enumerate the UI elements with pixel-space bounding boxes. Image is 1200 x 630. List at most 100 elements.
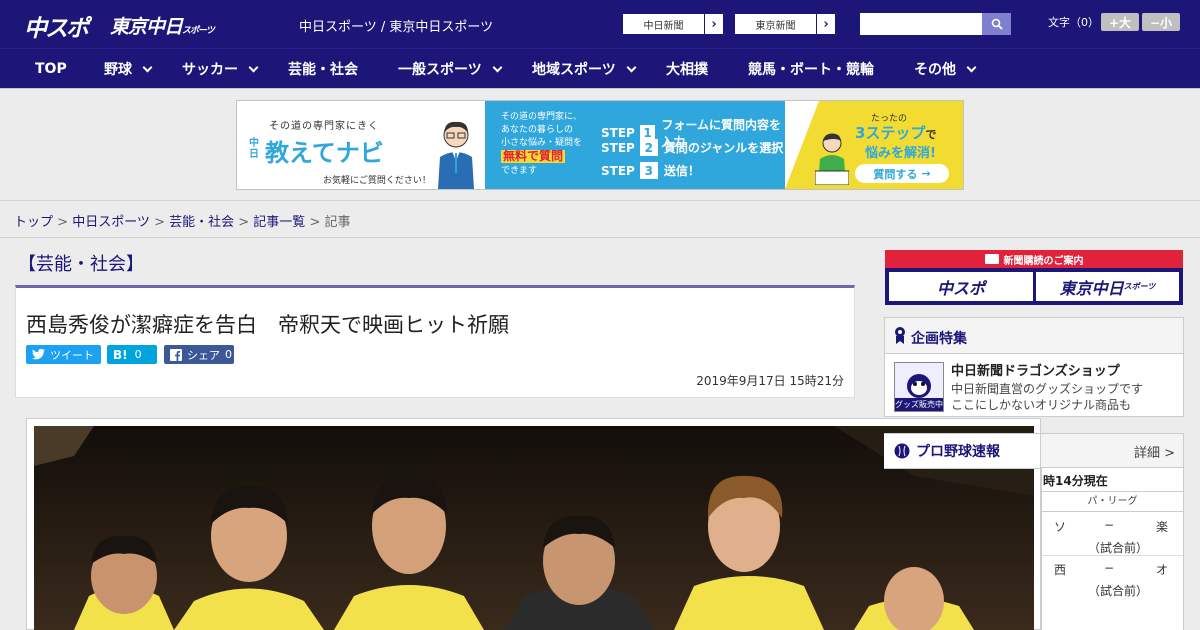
search-input[interactable] <box>860 13 982 35</box>
subscribe-tokyo-chunichi-link[interactable]: 東京中日 スポーツ <box>1036 272 1179 301</box>
score-game-row[interactable]: ソ − 楽 （試合前） <box>1042 512 1183 556</box>
away-team: 楽 <box>1156 520 1169 534</box>
banner-right: たったの 3ステップで 悩みを解消! 質問する → <box>785 101 963 189</box>
banner-right-suffix: で <box>925 128 937 141</box>
category-heading: 【芸能・社会】 <box>18 254 144 275</box>
breadcrumb-list[interactable]: 記事一覧 <box>253 215 305 230</box>
home-team: ソ <box>1054 520 1067 534</box>
away-team: オ <box>1156 563 1169 577</box>
chuspo-logo[interactable]: 中スポ <box>24 9 89 43</box>
tokyo-chunichi-logo[interactable]: 東京中日スポーツ <box>110 12 215 39</box>
breadcrumb-category[interactable]: 芸能・社会 <box>169 215 234 230</box>
step-text: 送信！ <box>663 164 700 178</box>
site-header: 中スポ 東京中日スポーツ 中日スポーツ / 東京中日スポーツ 中日新聞 › 東京… <box>0 0 1200 48</box>
nav-item-other[interactable]: その他 <box>914 49 977 89</box>
tweet-button[interactable]: ツイート <box>26 345 101 364</box>
article-title: 西島秀俊が潔癖症を告白 帝釈天で映画ヒット祈願 <box>26 313 509 337</box>
nav-item-baseball[interactable]: 野球 <box>104 49 153 89</box>
feature-box: 企画特集 グッズ販売中 中日新聞ドラゴンズショップ 中日新聞直営のグッズショップ… <box>884 317 1184 417</box>
hatena-bookmark-button[interactable]: B! 0 <box>107 345 157 364</box>
feature-title[interactable]: 中日新聞ドラゴンズショップ <box>951 360 1120 379</box>
sub-logo2-small: スポーツ <box>1123 282 1156 291</box>
nav-item-soccer[interactable]: サッカー <box>182 49 259 89</box>
font-smaller-button[interactable]: −小 <box>1142 13 1180 31</box>
breadcrumb: トップ > 中日スポーツ > 芸能・社会 > 記事一覧 > 記事 <box>0 200 1200 238</box>
tokyo-shimbun-link[interactable]: 東京新聞 › <box>734 13 836 35</box>
tokyo-chunichi-logo-small: スポーツ <box>182 26 215 36</box>
banner-right-big: 3ステップで <box>855 122 936 143</box>
subscription-header: 新聞購読のご案内 <box>885 250 1183 268</box>
banner-middle: その道の専門家に、 あなたの暮らしの 小さな悩み・疑問を 無料で質問 できます … <box>485 101 785 189</box>
feature-heading: 企画特集 <box>911 331 967 347</box>
baseball-score-title[interactable]: プロ野球速報 <box>884 433 1041 469</box>
hatena-label: B! <box>113 347 128 362</box>
chevron-right-icon: › <box>704 14 723 34</box>
tokyo-shimbun-label: 東京新聞 <box>755 20 796 32</box>
chevron-down-icon <box>248 62 259 72</box>
score-title-label: プロ野球速報 <box>916 444 1000 460</box>
nav-item-sumo[interactable]: 大相撲 <box>666 49 708 89</box>
banner-left: その道の専門家にきく 中日 教えてナビ お気軽にご質問ください！ <box>237 101 485 189</box>
nav-label: その他 <box>914 62 956 78</box>
nav-item-general-sports[interactable]: 一般スポーツ <box>398 49 503 89</box>
breadcrumb-sep: > <box>234 215 254 230</box>
breadcrumb-chuspo[interactable]: 中日スポーツ <box>72 215 150 230</box>
banner-brand: 教えてナビ <box>265 139 384 167</box>
tokyo-chunichi-logo-text: 東京中日 <box>110 16 183 38</box>
banner-mid-line4: できます <box>501 166 538 176</box>
chunichi-shimbun-link[interactable]: 中日新聞 › <box>622 13 724 35</box>
facebook-icon <box>170 348 182 361</box>
banner-mid-highlight: 無料で質問 <box>501 149 566 163</box>
subscription-banner[interactable]: 新聞購読のご案内 中スポ 東京中日 スポーツ <box>885 250 1183 305</box>
newspaper-icon <box>984 254 999 264</box>
ad-banner[interactable]: その道の専門家にきく 中日 教えてナビ お気軽にご質問ください！ その道の専門家… <box>236 100 964 190</box>
chevron-right-icon: › <box>816 14 835 34</box>
search-button[interactable] <box>982 13 1011 35</box>
score-time: 時14分現在 <box>1042 468 1183 492</box>
nav-label: 一般スポーツ <box>398 62 482 78</box>
breadcrumb-sep: > <box>305 215 325 230</box>
banner-mid-text: その道の専門家に、 あなたの暮らしの 小さな悩み・疑問を 無料で質問 できます <box>501 111 582 178</box>
feature-desc-line2: ここにしかないオリジナル商品も <box>951 398 1132 412</box>
chevron-down-icon <box>142 62 153 72</box>
score-detail-link[interactable]: 詳細 > <box>1134 442 1175 461</box>
ask-label: 質問する <box>873 167 918 181</box>
site-title[interactable]: 中日スポーツ / 東京中日スポーツ <box>299 16 493 35</box>
nav-label: 野球 <box>104 62 132 78</box>
banner-right-big-text: 3ステップ <box>855 124 926 142</box>
nav-item-racing[interactable]: 競馬・ボート・競輪 <box>748 49 874 89</box>
feature-desc-line1: 中日新聞直営のグッズショップです <box>951 382 1144 396</box>
game-status: （試合前） <box>1088 584 1149 598</box>
chevron-down-icon <box>626 62 637 72</box>
nav-label: 大相撲 <box>666 62 708 78</box>
facebook-share-button[interactable]: シェア 0 <box>164 345 234 364</box>
nav-label: 地域スポーツ <box>532 62 616 78</box>
share-count: 0 <box>225 348 232 361</box>
sub-logo2-text: 東京中日 <box>1059 278 1124 298</box>
chunichi-shimbun-label: 中日新聞 <box>643 20 684 32</box>
banner-ask-button[interactable]: 質問する → <box>855 164 949 183</box>
feature-description: 中日新聞直営のグッズショップです ここにしかないオリジナル商品も <box>951 381 1143 413</box>
banner-step2: STEP 2 質問のジャンルを選択 <box>601 139 783 156</box>
arrow-right-icon: → <box>921 167 931 180</box>
banner-step3: STEP 3 送信！ <box>601 162 700 179</box>
dragons-shop-image[interactable]: グッズ販売中 <box>894 362 944 412</box>
score-game-row[interactable]: 西 − オ （試合前） <box>1042 556 1183 600</box>
step-word: STEP <box>601 126 635 140</box>
font-larger-button[interactable]: +大 <box>1101 13 1139 31</box>
article-date: 2019年9月17日 15時21分 <box>696 374 844 388</box>
mascot-icon <box>907 374 931 398</box>
nav-item-top[interactable]: TOP <box>35 49 67 89</box>
subscribe-chuspo-link[interactable]: 中スポ <box>889 272 1033 301</box>
baseball-icon <box>894 443 910 459</box>
nav-item-entertainment[interactable]: 芸能・社会 <box>288 49 358 89</box>
breadcrumb-home[interactable]: トップ <box>14 215 53 230</box>
step-word: STEP <box>601 163 635 178</box>
twitter-icon <box>32 349 45 360</box>
nav-item-local-sports[interactable]: 地域スポーツ <box>532 49 637 89</box>
nav-label: TOP <box>35 61 67 77</box>
step-number: 3 <box>639 162 658 179</box>
search-icon <box>991 18 1003 30</box>
feature-header: 企画特集 <box>885 318 1183 354</box>
nav-label: 競馬・ボート・競輪 <box>748 62 874 78</box>
